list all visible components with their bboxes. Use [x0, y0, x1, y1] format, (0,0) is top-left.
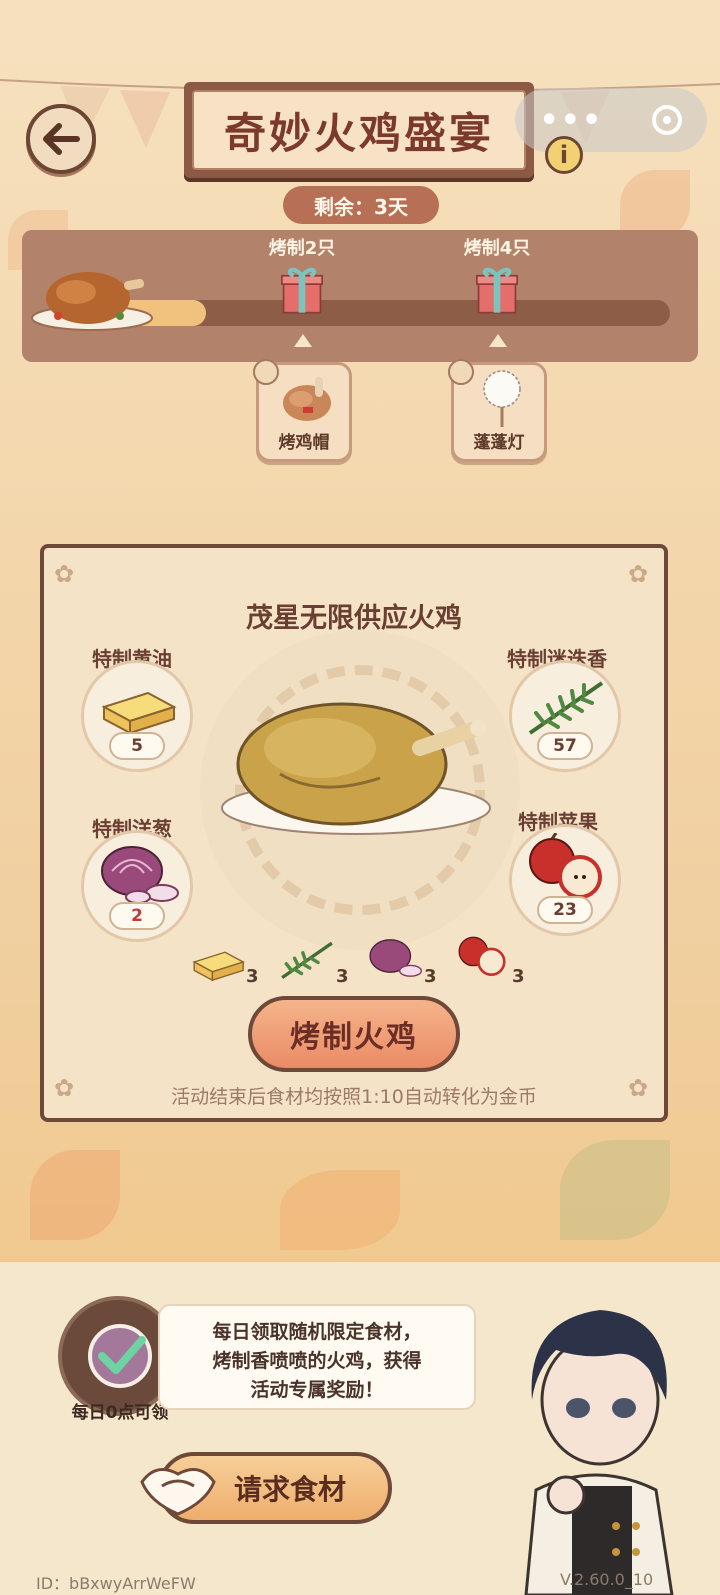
apple-icon — [529, 833, 602, 899]
milestone-marker — [294, 334, 312, 347]
message-line: 每日领取随机限定食材， — [212, 1321, 422, 1343]
butter-icon — [101, 691, 177, 735]
message-line: 烤制香喷喷的火鸡，获得 — [212, 1350, 422, 1372]
title-plate: 奇妙火鸡盛宴 — [184, 82, 534, 178]
ingredient-count-apple: 23 — [537, 896, 593, 924]
onion-icon — [101, 846, 179, 904]
handshake-icon — [140, 1468, 216, 1516]
conversion-note: 活动结束后食材均按照1:10自动转化为金币 — [171, 1086, 537, 1108]
back-button[interactable] — [26, 104, 96, 174]
required-count-onion: 3 — [424, 966, 437, 987]
roast-turkey-illustration — [221, 702, 491, 835]
milestone-label-1: 烤制2只 — [268, 238, 336, 259]
checkmark-icon — [88, 1324, 152, 1388]
more-dots-icon[interactable]: ••• — [540, 103, 604, 138]
rosemary-icon — [281, 941, 333, 980]
ingredient-count-butter: 5 — [109, 732, 165, 760]
fluffy-lamp-icon — [483, 370, 521, 427]
apple-icon — [458, 936, 506, 976]
reward-card-turkey-hat[interactable]: 烤鸡帽 — [253, 359, 352, 462]
decor-leaf — [30, 1150, 120, 1240]
decor-leaf — [560, 1140, 670, 1240]
ingredient-count-onion: 2 — [109, 902, 165, 930]
version-label: V.2.60.0_10 — [560, 1570, 654, 1589]
character-portrait — [524, 1310, 674, 1595]
message-line: 活动专属奖励！ — [250, 1379, 384, 1401]
close-target-icon[interactable] — [652, 105, 683, 135]
milestone-label-2: 烤制4只 — [463, 238, 531, 259]
ingredient-count-rosemary: 57 — [537, 732, 593, 760]
eye-icon — [448, 359, 474, 385]
user-id: ID：bBxwyArrWeFW — [36, 1574, 196, 1593]
panel-title: 茂星无限供应火鸡 — [246, 603, 462, 634]
onion-icon — [369, 939, 422, 977]
required-count-butter: 3 — [246, 966, 259, 987]
reward-label: 烤鸡帽 — [278, 433, 330, 453]
remaining-days-badge: 剩余：3天 — [283, 186, 439, 224]
page-title: 奇妙火鸡盛宴 — [192, 90, 526, 170]
roast-turkey-icon — [31, 272, 153, 331]
gift-box-icon[interactable] — [471, 264, 523, 316]
turkey-hat-icon — [283, 377, 331, 421]
reward-label: 蓬蓬灯 — [473, 433, 525, 453]
eye-icon — [253, 359, 279, 385]
rosemary-icon — [528, 681, 604, 735]
maple-leaf-icon: ✿ — [628, 560, 649, 588]
required-count-rosemary: 3 — [336, 966, 349, 987]
butter-icon — [192, 951, 245, 982]
arrow-left-icon — [43, 123, 80, 155]
reward-card-fluffy-lamp[interactable]: 蓬蓬灯 — [448, 359, 547, 462]
decor-leaf — [280, 1170, 400, 1250]
milestone-marker — [489, 334, 507, 347]
speech-bubble: 每日领取随机限定食材， 烤制香喷喷的火鸡，获得 活动专属奖励！ — [158, 1304, 476, 1410]
mini-program-capsule: ••• — [515, 88, 707, 152]
maple-leaf-icon: ✿ — [54, 560, 75, 588]
gift-box-icon[interactable] — [276, 264, 328, 316]
required-count-apple: 3 — [512, 966, 525, 987]
roast-turkey-button[interactable]: 烤制火鸡 — [248, 996, 460, 1072]
info-button[interactable]: i — [545, 136, 583, 174]
